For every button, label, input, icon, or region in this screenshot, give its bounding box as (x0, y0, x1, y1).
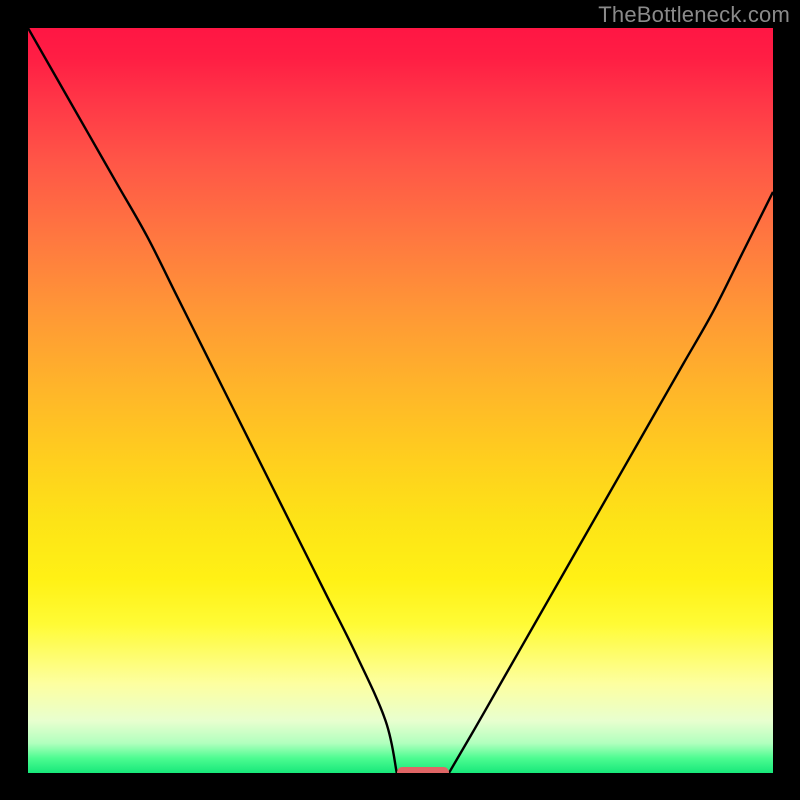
curve-right (449, 192, 773, 773)
watermark-label: TheBottleneck.com (598, 2, 790, 28)
plot-area (28, 28, 773, 773)
bottleneck-marker (397, 767, 449, 773)
chart-frame: TheBottleneck.com (0, 0, 800, 800)
bottleneck-curve (28, 28, 773, 773)
curve-left (28, 28, 397, 773)
